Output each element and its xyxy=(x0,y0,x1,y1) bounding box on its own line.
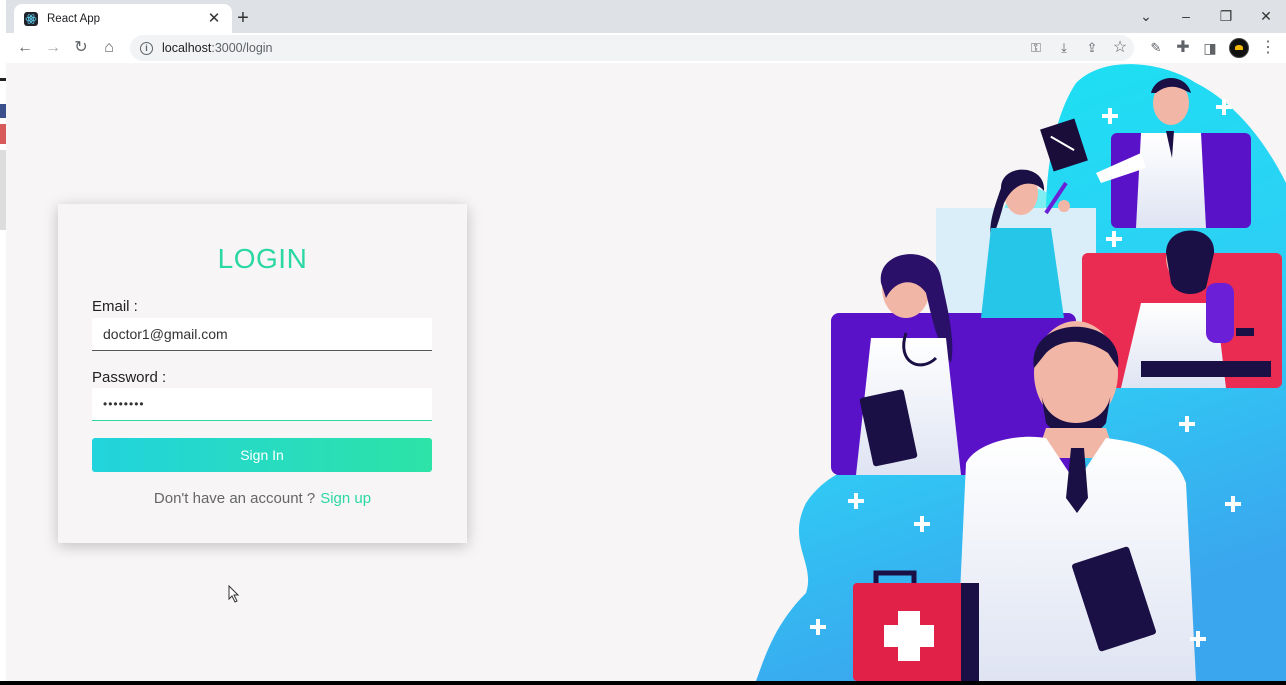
password-label: Password : xyxy=(92,369,167,386)
home-icon[interactable]: ⌂ xyxy=(98,37,120,59)
browser-chrome: React App ✕ + ⌄ – ❐ ✕ ← → ↻ ⌂ i localhos… xyxy=(6,0,1286,63)
bookmark-star-icon[interactable]: ☆ xyxy=(1109,37,1131,59)
back-icon[interactable]: ← xyxy=(14,37,36,59)
close-tab-icon[interactable]: ✕ xyxy=(206,10,222,27)
sign-in-button[interactable]: Sign In xyxy=(92,438,432,472)
menu-icon[interactable]: ⋮ xyxy=(1257,37,1279,59)
login-heading: LOGIN xyxy=(217,243,308,274)
tab-title: React App xyxy=(47,12,101,25)
minimize-icon[interactable]: – xyxy=(1171,5,1201,27)
url-path: :3000/login xyxy=(211,41,273,55)
forward-icon[interactable]: → xyxy=(42,37,64,59)
extensions-icon[interactable]: ✚ xyxy=(1172,37,1194,59)
eyedropper-icon[interactable]: ✎ xyxy=(1145,37,1167,59)
react-favicon-icon xyxy=(24,11,38,26)
sign-up-link[interactable]: Sign up xyxy=(320,490,371,507)
reload-icon[interactable]: ↻ xyxy=(70,37,92,59)
share-icon[interactable]: ⇪ xyxy=(1081,37,1103,59)
signup-prompt-row: Don't have an account ? Sign up xyxy=(58,490,467,507)
address-bar[interactable]: i localhost:3000/login xyxy=(130,35,1134,61)
restore-icon[interactable]: ❐ xyxy=(1211,5,1241,27)
side-panel-icon[interactable]: ◨ xyxy=(1199,37,1221,59)
site-info-icon[interactable]: i xyxy=(140,41,153,55)
email-field[interactable]: doctor1@gmail.com xyxy=(92,318,432,351)
browser-toolbar: ← → ↻ ⌂ i localhost:3000/login ⚿ ⤓ ⇪ ☆ ✎… xyxy=(6,33,1286,63)
url-host: localhost xyxy=(162,41,212,55)
login-page: LOGIN Email : doctor1@gmail.com Password… xyxy=(6,63,1286,681)
password-field[interactable]: •••••••• xyxy=(92,388,432,421)
key-icon[interactable]: ⚿ xyxy=(1025,37,1047,59)
new-tab-icon[interactable]: + xyxy=(232,7,254,29)
email-label: Email : xyxy=(92,298,138,315)
window-bottom-edge xyxy=(0,681,1286,685)
signup-prompt: Don't have an account ? xyxy=(153,490,316,507)
tab-strip: React App ✕ + ⌄ – ❐ ✕ xyxy=(6,0,1286,33)
close-window-icon[interactable]: ✕ xyxy=(1251,5,1281,27)
tab-search-icon[interactable]: ⌄ xyxy=(1131,5,1161,27)
browser-tab[interactable]: React App ✕ xyxy=(14,4,232,33)
login-card: LOGIN Email : doctor1@gmail.com Password… xyxy=(58,204,467,543)
install-icon[interactable]: ⤓ xyxy=(1053,37,1075,59)
mouse-cursor-icon xyxy=(228,585,240,603)
profile-avatar[interactable] xyxy=(1229,38,1249,58)
doctors-illustration-icon xyxy=(756,64,1286,681)
